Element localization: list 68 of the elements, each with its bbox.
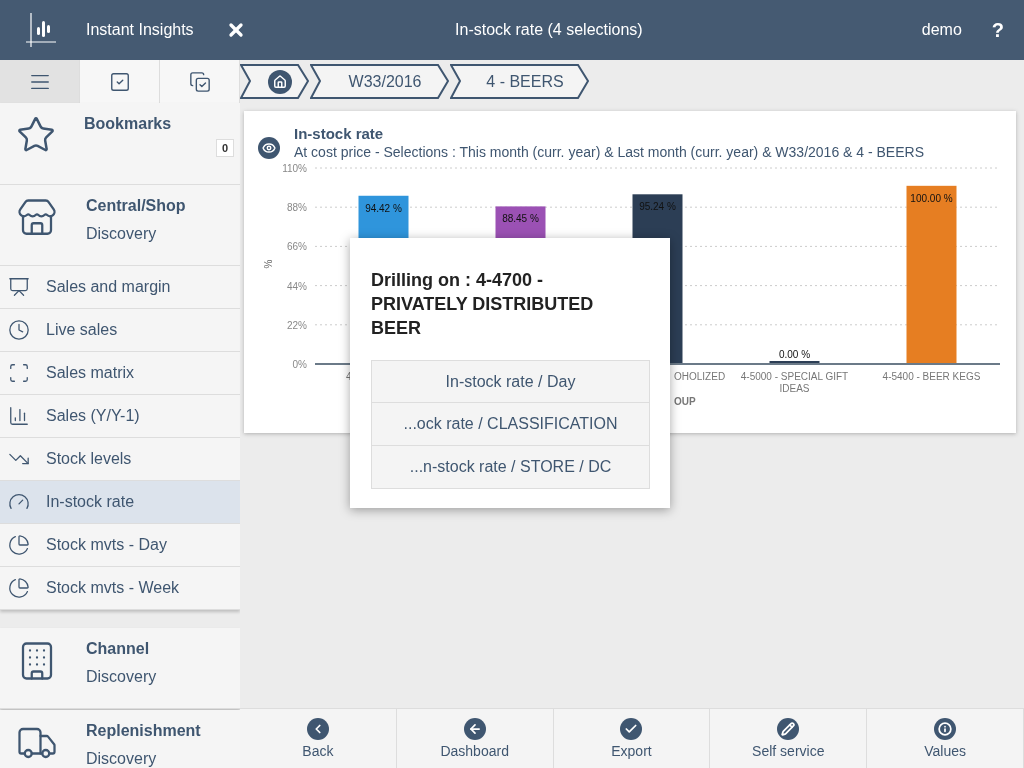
- module-card[interactable]: Replenishment Discovery: [0, 710, 240, 768]
- y-tick-label: 22%: [287, 319, 307, 331]
- bar-chart-icon: [8, 405, 30, 427]
- module-card[interactable]: Central/Shop Discovery: [0, 185, 240, 266]
- card-subtitle: Discovery: [86, 750, 158, 768]
- menu-item[interactable]: Stock mvts - Week: [0, 567, 240, 610]
- module-card[interactable]: Channel Discovery: [0, 628, 240, 709]
- info-icon: [934, 718, 957, 740]
- y-tick-label: 44%: [287, 280, 307, 292]
- card-title: Replenishment: [86, 722, 201, 740]
- value-label: 100.00 %: [910, 192, 953, 204]
- bookmarks-card[interactable]: Bookmarks 0: [0, 103, 240, 185]
- breadcrumb-item[interactable]: 4 - BEERS: [450, 64, 590, 99]
- drill-option[interactable]: ...ock rate / CLASSIFICATION: [371, 403, 650, 446]
- checkbox-icon: [108, 70, 131, 93]
- sidebar-tab[interactable]: [0, 60, 80, 103]
- multi-check-icon: [188, 70, 211, 93]
- category-label: OHOLIZED: [674, 371, 726, 382]
- close-icon[interactable]: [226, 20, 246, 40]
- clock-icon: [8, 319, 30, 341]
- chart-subtitle: At cost price - Selections : This month (curr. year) & Last month (curr. year) & W33/2016 & 4 - BEERS: [294, 144, 924, 160]
- bar-chart-logo-icon: [26, 13, 56, 47]
- expand-icon: [8, 362, 30, 384]
- y-tick-label: 0%: [292, 359, 307, 370]
- value-label: 88.45 %: [502, 213, 539, 225]
- bar[interactable]: [906, 185, 957, 364]
- y-axis-label: %: [263, 259, 274, 269]
- app-name: Instant Insights: [86, 21, 195, 39]
- card-title: Channel: [86, 640, 151, 658]
- menu-item[interactable]: Stock mvts - Day: [0, 524, 240, 567]
- help-link[interactable]: ?: [991, 18, 1004, 42]
- popup-title: Drilling on : 4-4700 - PRIVATELY DISTRIBUTED BEER: [371, 269, 595, 340]
- pie-chart-icon: [8, 577, 30, 599]
- menu-item[interactable]: Stock levels: [0, 438, 240, 481]
- check-icon: [620, 718, 643, 740]
- card-subtitle: Discovery: [86, 668, 157, 686]
- menu-item[interactable]: Sales and margin: [0, 266, 240, 309]
- page-title: In-stock rate (4 selections): [454, 21, 644, 39]
- category-label: 4-5400 - BEER KEGS: [882, 371, 981, 382]
- value-label: 0.00 %: [778, 349, 811, 360]
- sidebar-tab[interactable]: [80, 60, 160, 103]
- y-tick-label: 88%: [287, 202, 307, 214]
- eye-icon[interactable]: [258, 137, 280, 159]
- card-subtitle: Discovery: [86, 225, 158, 243]
- y-tick-label: 66%: [287, 241, 307, 253]
- drill-option[interactable]: ...n-stock rate / STORE / DC: [371, 446, 650, 489]
- pencil-icon: [777, 718, 800, 740]
- card-title: Central/Shop: [86, 197, 186, 215]
- value-label: 94.42 %: [365, 202, 402, 214]
- home-crumb[interactable]: [240, 64, 310, 99]
- value-label: 95.24 %: [639, 201, 676, 213]
- chart-title: In-stock rate: [294, 125, 385, 142]
- category-label: 4-5000 - SPECIAL GIFT IDEAS: [740, 371, 849, 394]
- count-badge: 0: [215, 139, 234, 157]
- y-tick-label: 110%: [282, 163, 307, 174]
- menu-item[interactable]: Sales (Y/Y-1): [0, 395, 240, 438]
- sidebar-tab[interactable]: [160, 60, 240, 103]
- presentation-icon: [8, 276, 30, 298]
- pie-chart-icon: [8, 534, 30, 556]
- card-title: Bookmarks: [84, 115, 172, 133]
- menu-item[interactable]: Sales matrix: [0, 352, 240, 395]
- drill-option[interactable]: In-stock rate / Day: [371, 360, 650, 403]
- menu-item[interactable]: Live sales: [0, 309, 240, 352]
- user-name[interactable]: demo: [921, 21, 962, 39]
- back-icon: [306, 718, 329, 740]
- menu-item[interactable]: In-stock rate: [0, 481, 240, 524]
- x-axis-label: OUP: [674, 396, 696, 407]
- arrow-left-icon: [463, 718, 486, 740]
